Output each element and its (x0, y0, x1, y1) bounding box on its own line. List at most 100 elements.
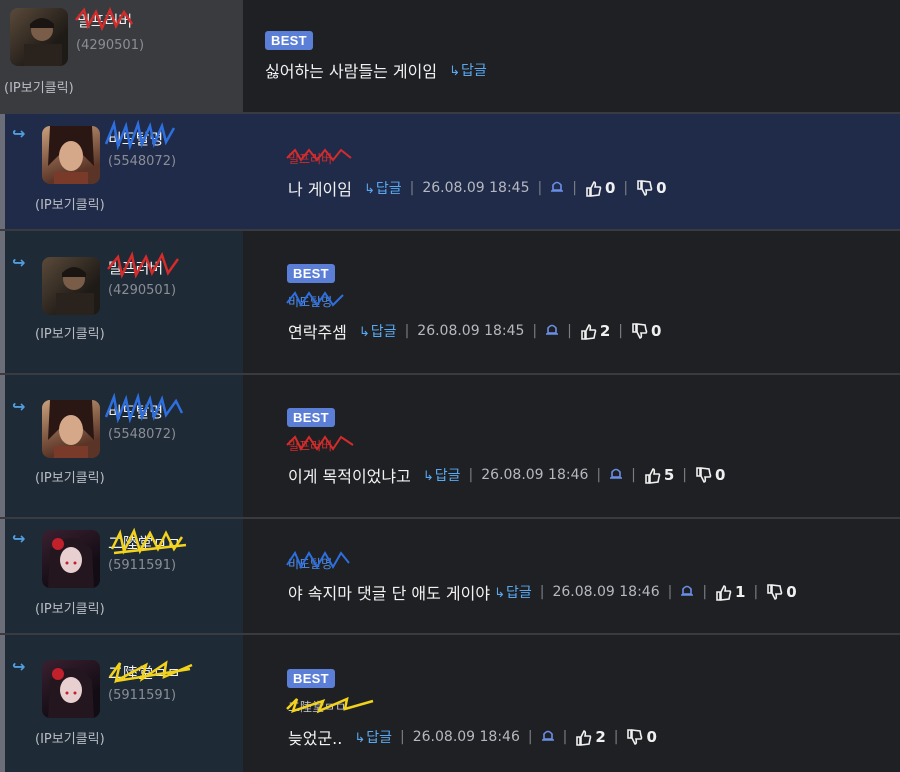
reply-button[interactable]: ↳답글 (354, 727, 392, 747)
user-id: (5548072) (108, 154, 177, 169)
like-button[interactable]: 1 (715, 583, 745, 601)
avatar[interactable] (42, 660, 100, 718)
comment-row: ↪ 밀프러버 (4290501) (IP보기클릭) BEST 비도탈명 연락주셈… (0, 231, 900, 375)
avatar[interactable] (42, 400, 100, 458)
reply-target: 밀프러버 (288, 439, 333, 453)
dislike-count: 0 (646, 728, 657, 746)
ip-view-link[interactable]: (IP보기클릭) (35, 467, 105, 486)
reply-arrow-icon: ↳ (354, 731, 366, 746)
dislike-button[interactable]: 0 (636, 179, 667, 197)
separator: | (682, 467, 687, 483)
separator: | (572, 180, 577, 196)
reply-arrow-icon: ↪ (12, 529, 26, 548)
nickname[interactable]: 二陸堂ㅁㅁ (108, 532, 181, 553)
thumbs-down-icon (696, 466, 712, 483)
avatar-image (48, 538, 94, 588)
timestamp: 26.08.09 18:45 (417, 323, 525, 339)
ip-view-link[interactable]: (IP보기클릭) (35, 323, 105, 342)
like-count: 1 (735, 583, 746, 601)
avatar[interactable] (42, 126, 100, 184)
nickname[interactable]: 비도탈명 (108, 401, 163, 422)
like-button[interactable]: 0 (585, 179, 615, 197)
like-button[interactable]: 5 (644, 466, 674, 484)
nickname[interactable]: 밀프러버 (77, 10, 132, 31)
comment-body: BEST 싫어하는 사람들는 게이임 ↳답글 (243, 0, 900, 112)
reply-label: 답글 (434, 468, 461, 484)
dislike-count: 0 (714, 466, 726, 484)
separator: | (532, 323, 538, 339)
reply-arrow-icon: ↳ (422, 469, 434, 484)
best-badge: BEST (265, 31, 313, 50)
reply-arrow-icon: ↪ (12, 397, 26, 416)
comment-body: 밀프러버 나 게이임 ↳답글 | 26.08.09 18:45 | | 0 | … (243, 114, 900, 229)
avatar[interactable] (42, 257, 100, 315)
report-bell-icon[interactable] (545, 322, 559, 340)
comment-line: 늦었군.. ↳답글 | 26.08.09 18:46 | | 2 | 0 (288, 725, 657, 749)
like-count: 2 (595, 728, 606, 746)
reply-arrow-icon: ↳ (363, 182, 375, 197)
report-bell-icon[interactable] (680, 583, 694, 601)
ip-view-link[interactable]: (IP보기클릭) (35, 194, 105, 213)
reply-button[interactable]: ↳답글 (359, 321, 397, 341)
comment-text: 이게 목적이었냐고 (288, 467, 411, 486)
report-bell-icon[interactable] (541, 728, 555, 746)
dislike-button[interactable]: 0 (626, 728, 657, 746)
reply-button[interactable]: ↳답글 (494, 582, 532, 602)
separator: | (527, 729, 533, 745)
reply-label: 답글 (461, 63, 487, 79)
avatar-image (56, 267, 94, 315)
comment-body: BEST 밀프러버 이게 목적이었냐고 ↳답글 | 26.08.09 18:46… (243, 375, 900, 517)
thumbs-up-icon (576, 729, 592, 746)
ip-view-link[interactable]: (IP보기클릭) (35, 728, 105, 747)
like-count: 2 (599, 322, 611, 340)
user-id: (5911591) (108, 688, 177, 703)
separator: | (539, 584, 545, 600)
report-bell-icon[interactable] (550, 179, 564, 197)
timestamp: 26.08.09 18:46 (412, 729, 520, 745)
reply-button[interactable]: ↳답글 (423, 465, 461, 485)
reply-arrow-icon: ↳ (358, 325, 370, 340)
separator: | (702, 584, 708, 600)
reply-arrow-icon: ↳ (449, 64, 460, 79)
nickname[interactable]: 비도탈명 (108, 128, 163, 149)
thumbs-down-icon (627, 728, 643, 745)
thumbs-up-icon (716, 584, 732, 601)
avatar[interactable] (42, 530, 100, 588)
reply-label: 답글 (366, 730, 393, 746)
reply-arrow-icon: ↪ (12, 657, 26, 676)
nickname[interactable]: 밀프러버 (108, 257, 163, 278)
report-bell-icon[interactable] (609, 466, 623, 484)
comment-body: BEST 二陸堂ㅁㅁ 늦었군.. ↳답글 | 26.08.09 18:46 | … (243, 635, 900, 772)
user-id: (4290501) (108, 283, 177, 298)
avatar[interactable] (10, 8, 68, 66)
thumbs-down-icon (637, 179, 653, 196)
separator: | (562, 729, 568, 745)
dislike-button[interactable]: 0 (766, 583, 797, 601)
dislike-count: 0 (656, 179, 667, 197)
user-id: (4290501) (76, 38, 145, 53)
reply-arrow-icon: ↪ (12, 124, 26, 143)
separator: | (537, 180, 543, 196)
dislike-button[interactable]: 0 (631, 322, 661, 340)
comment-text: 늦었군.. (288, 729, 343, 748)
user-id: (5548072) (108, 427, 177, 442)
thumbs-down-icon (632, 322, 648, 339)
like-button[interactable]: 2 (575, 728, 606, 746)
reply-target: 비도탈명 (288, 295, 333, 309)
reply-target: 밀프러버 (288, 152, 333, 166)
comment-text: 야 속지마 댓글 단 애도 게이야 (288, 584, 491, 603)
thumbs-up-icon (586, 180, 602, 197)
reply-arrow-icon: ↳ (494, 586, 505, 601)
separator: | (631, 467, 636, 483)
reply-button[interactable]: ↳답글 (449, 60, 487, 80)
dislike-button[interactable]: 0 (695, 466, 725, 484)
thumbs-down-icon (767, 583, 783, 600)
ip-view-link[interactable]: (IP보기클릭) (35, 598, 105, 617)
comment-author-panel: ↪ 二陸堂ㅁㅁ (5911591) (IP보기클릭) (0, 519, 243, 633)
nickname[interactable]: 二陸堂ㅁㅁ (108, 662, 181, 683)
like-button[interactable]: 2 (580, 322, 610, 340)
separator: | (596, 467, 602, 483)
reply-label: 답글 (370, 324, 397, 340)
ip-view-link[interactable]: (IP보기클릭) (4, 77, 74, 96)
reply-button[interactable]: ↳답글 (364, 178, 402, 198)
